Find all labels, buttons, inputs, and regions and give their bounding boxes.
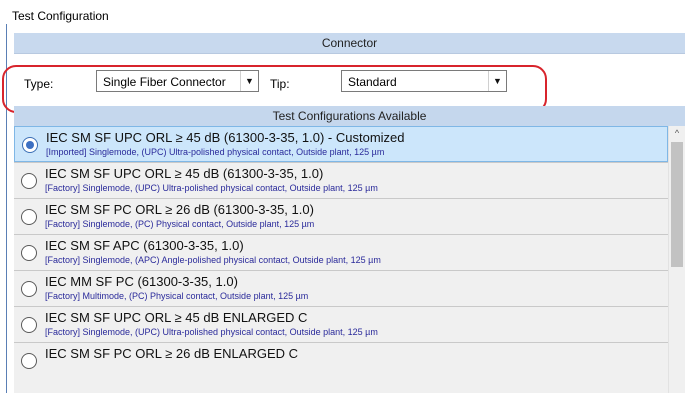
test-configuration-title: IEC SM SF UPC ORL ≥ 45 dB (61300-3-35, 1… xyxy=(46,130,405,145)
test-configuration-detail: [Factory] Singlemode, (APC) Angle-polish… xyxy=(45,255,381,265)
test-configuration-title: IEC SM SF APC (61300-3-35, 1.0) xyxy=(45,238,244,253)
test-configuration-detail: [Factory] Multimode, (PC) Physical conta… xyxy=(45,291,309,301)
tip-dropdown-value: Standard xyxy=(348,75,397,89)
type-dropdown-value: Single Fiber Connector xyxy=(103,75,226,89)
radio-button[interactable] xyxy=(21,173,37,189)
radio-button[interactable] xyxy=(21,281,37,297)
test-configuration-item[interactable]: IEC SM SF PC ORL ≥ 26 dB (61300-3-35, 1.… xyxy=(14,198,668,234)
test-configuration-detail: [Imported] Singlemode, (UPC) Ultra-polis… xyxy=(46,147,385,157)
radio-button[interactable] xyxy=(21,245,37,261)
list-scrollbar[interactable]: ^ xyxy=(668,126,685,393)
type-label: Type: xyxy=(24,77,54,91)
test-configuration-item[interactable]: IEC SM SF UPC ORL ≥ 45 dB ENLARGED C [Fac… xyxy=(14,306,668,342)
window-title: Test Configuration xyxy=(12,9,109,23)
tip-label: Tip: xyxy=(270,77,290,91)
scrollbar-thumb[interactable] xyxy=(671,142,683,267)
test-configuration-title: IEC SM SF PC ORL ≥ 26 dB (61300-3-35, 1.… xyxy=(45,202,314,217)
test-configuration-title: IEC MM SF PC (61300-3-35, 1.0) xyxy=(45,274,238,289)
chevron-down-icon[interactable]: ▼ xyxy=(240,71,258,91)
test-configuration-title: IEC SM SF UPC ORL ≥ 45 dB (61300-3-35, 1… xyxy=(45,166,324,181)
radio-button[interactable] xyxy=(21,353,37,369)
test-configuration-detail: [Factory] Singlemode, (UPC) Ultra-polish… xyxy=(45,183,378,193)
test-configuration-item[interactable]: IEC SM SF APC (61300-3-35, 1.0) [Factory]… xyxy=(14,234,668,270)
test-configuration-detail: [Factory] Singlemode, (UPC) Ultra-polish… xyxy=(45,327,378,337)
radio-button[interactable] xyxy=(21,209,37,225)
connector-row: Type: Single Fiber Connector ▼ Tip: Stan… xyxy=(2,53,685,113)
type-dropdown[interactable]: Single Fiber Connector ▼ xyxy=(96,70,259,92)
scroll-up-arrow-icon[interactable]: ^ xyxy=(669,126,685,140)
chevron-down-icon[interactable]: ▼ xyxy=(488,71,506,91)
test-configurations-list: IEC SM SF UPC ORL ≥ 45 dB (61300-3-35, 1… xyxy=(14,126,668,393)
test-configuration-title: IEC SM SF UPC ORL ≥ 45 dB ENLARGED C xyxy=(45,310,308,325)
test-configuration-detail: [Factory] Singlemode, (PC) Physical cont… xyxy=(45,219,315,229)
radio-button[interactable] xyxy=(21,317,37,333)
connector-section-header: Connector xyxy=(14,33,685,53)
test-configuration-item[interactable]: IEC SM SF UPC ORL ≥ 45 dB (61300-3-35, 1… xyxy=(14,162,668,198)
window-left-border xyxy=(6,24,7,393)
configuration-panel: Connector Type: Single Fiber Connector ▼… xyxy=(2,33,685,393)
test-configuration-item[interactable]: IEC SM SF PC ORL ≥ 26 dB ENLARGED C xyxy=(14,342,668,378)
radio-button[interactable] xyxy=(22,137,38,153)
test-configuration-item[interactable]: IEC MM SF PC (61300-3-35, 1.0) [Factory] … xyxy=(14,270,668,306)
test-configuration-title: IEC SM SF PC ORL ≥ 26 dB ENLARGED C xyxy=(45,346,298,361)
test-configuration-item[interactable]: IEC SM SF UPC ORL ≥ 45 dB (61300-3-35, 1… xyxy=(14,126,668,162)
test-configurations-header: Test Configurations Available xyxy=(14,106,685,126)
tip-dropdown[interactable]: Standard ▼ xyxy=(341,70,507,92)
